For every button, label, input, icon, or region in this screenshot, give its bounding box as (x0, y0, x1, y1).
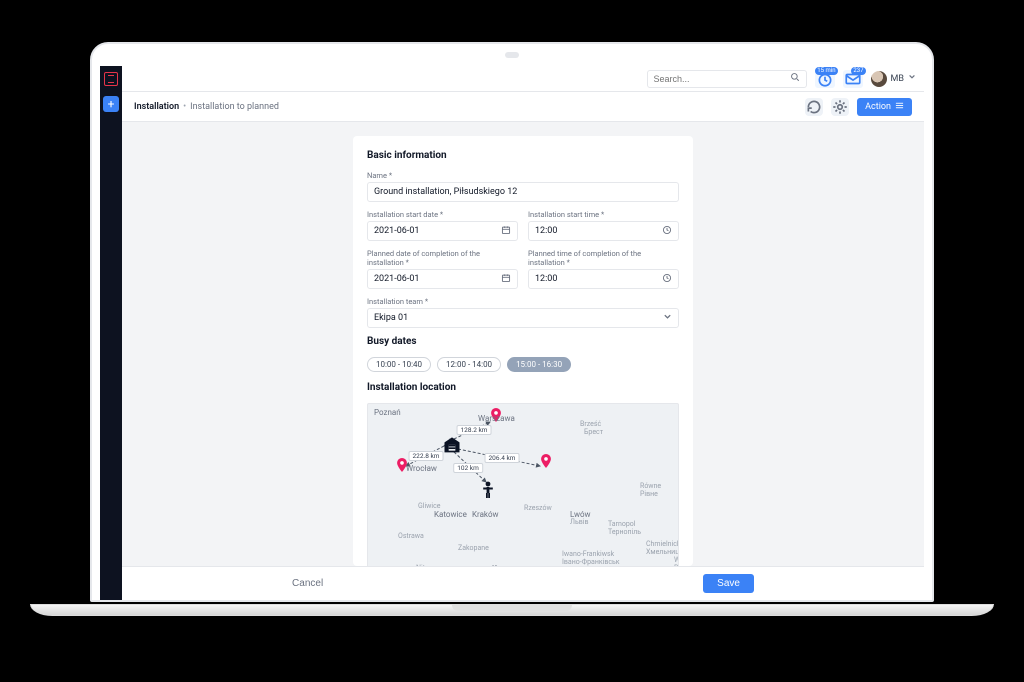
add-button[interactable]: + (103, 96, 119, 112)
city-label: Żytomierz (678, 494, 679, 502)
notification-timer-icon[interactable]: 15 min (815, 70, 835, 88)
breadcrumb-second: Installation to planned (190, 102, 279, 112)
city-label: Gliwice (418, 502, 441, 510)
end-date-value: 2021-06-01 (374, 274, 419, 284)
city-label: Tarnopol (608, 520, 635, 528)
search-icon (790, 72, 800, 85)
city-label: Brześć (580, 420, 601, 428)
breadcrumb: Installation • Installation to planned (134, 102, 279, 112)
user-initials: MB (891, 74, 904, 84)
city-label: Koszyce (492, 564, 522, 566)
chevron-down-icon (908, 73, 916, 84)
city-label: Zakopane (458, 544, 489, 552)
city-label: Poznań (374, 408, 401, 417)
timer-badge: 15 min (815, 67, 837, 75)
city-label: Вінниц (674, 564, 679, 566)
city-label: Wrocław (406, 464, 437, 473)
end-time-value: 12:00 (535, 274, 557, 284)
city-label: Житомир (678, 502, 679, 510)
app-bar: 15 min 237 MB (100, 66, 924, 92)
distance-label: 206.4 km (485, 453, 520, 463)
map[interactable]: 128.2 km 222.8 km 206.4 km 102 km Poznań… (367, 403, 679, 566)
action-button-label: Action (865, 102, 891, 112)
city-label: Chmielnicki (646, 540, 679, 548)
team-value: Ekipa 01 (374, 313, 408, 323)
end-time-label: Planned time of completion of the instal… (528, 249, 679, 267)
notification-mail-icon[interactable]: 237 (843, 70, 863, 88)
clock-icon (662, 273, 672, 286)
busy-slot-2[interactable]: 12:00 - 14:00 (437, 357, 501, 372)
start-time-value: 12:00 (535, 226, 557, 236)
name-value: Ground installation, Piłsudskiego 12 (374, 187, 517, 197)
gear-icon[interactable] (831, 98, 849, 116)
warehouse-icon (442, 434, 462, 454)
city-label: Rzeszów (524, 504, 552, 512)
distance-label: 222.8 km (409, 451, 444, 461)
city-label: Nitra (416, 564, 431, 566)
start-date-value: 2021-06-01 (374, 226, 419, 236)
start-date-field[interactable]: 2021-06-01 (367, 221, 518, 241)
section-title-location: Installation location (367, 382, 679, 393)
end-date-field[interactable]: 2021-06-01 (367, 269, 518, 289)
refresh-icon[interactable] (805, 98, 823, 116)
end-time-field[interactable]: 12:00 (528, 269, 679, 289)
section-title-basic: Basic information (367, 150, 679, 161)
person-icon (481, 481, 495, 499)
mail-badge: 237 (851, 67, 865, 75)
sidebar: + (100, 92, 122, 600)
section-title-busy: Busy dates (367, 336, 679, 347)
end-date-label: Planned date of completion of the instal… (367, 249, 518, 267)
map-route-lines (368, 404, 678, 566)
calendar-icon (501, 225, 511, 238)
menu-lines-icon (895, 101, 904, 113)
search-input[interactable] (654, 74, 790, 84)
clock-icon (662, 225, 672, 238)
city-label: Iwano-Frankiwsk (562, 550, 614, 558)
name-field[interactable]: Ground installation, Piłsudskiego 12 (367, 182, 679, 202)
city-label: Тернопіль (608, 528, 641, 536)
city-label: Katowice (434, 510, 467, 519)
city-label: Рівне (640, 490, 658, 498)
city-label: Хмельницьк (646, 548, 679, 556)
city-label: Івано-Франківськ (562, 558, 620, 566)
map-pin-icon[interactable] (489, 408, 503, 422)
calendar-icon (501, 273, 511, 286)
city-label: Ostrawa (398, 532, 424, 540)
distance-label: 102 km (453, 463, 483, 473)
name-label: Name * (367, 171, 679, 180)
city-label: Брест (584, 428, 603, 436)
city-label: Równe (640, 482, 661, 490)
start-time-label: Installation start time * (528, 210, 679, 219)
map-pin-icon[interactable] (539, 454, 553, 468)
team-label: Installation team * (367, 297, 679, 306)
city-label: Lwów (570, 510, 591, 519)
chevron-down-icon (663, 312, 672, 324)
start-time-field[interactable]: 12:00 (528, 221, 679, 241)
form-card: Basic information Name * Ground installa… (353, 136, 693, 566)
action-button[interactable]: Action (857, 98, 912, 116)
breadcrumb-separator: • (183, 102, 186, 112)
busy-slot-3[interactable]: 15:00 - 16:30 (507, 357, 571, 372)
save-button[interactable]: Save (703, 574, 754, 593)
breadcrumb-first: Installation (134, 102, 179, 112)
city-label: Львів (570, 518, 588, 526)
busy-slot-1[interactable]: 10:00 - 10:40 (367, 357, 431, 372)
avatar (871, 71, 887, 87)
map-pin-icon[interactable] (395, 458, 409, 472)
sub-header: Installation • Installation to planned A… (122, 92, 924, 122)
team-select[interactable]: Ekipa 01 (367, 308, 679, 328)
cancel-button[interactable]: Cancel (292, 578, 323, 589)
footer-bar: Cancel Save (122, 566, 924, 600)
start-date-label: Installation start date * (367, 210, 518, 219)
busy-chips: 10:00 - 10:40 12:00 - 14:00 15:00 - 16:3… (367, 357, 679, 372)
user-menu[interactable]: MB (871, 71, 916, 87)
brand-logo (100, 66, 122, 92)
city-label: Kraków (472, 510, 499, 519)
city-label: Winnica (674, 556, 679, 564)
search-input-wrap[interactable] (647, 70, 807, 88)
